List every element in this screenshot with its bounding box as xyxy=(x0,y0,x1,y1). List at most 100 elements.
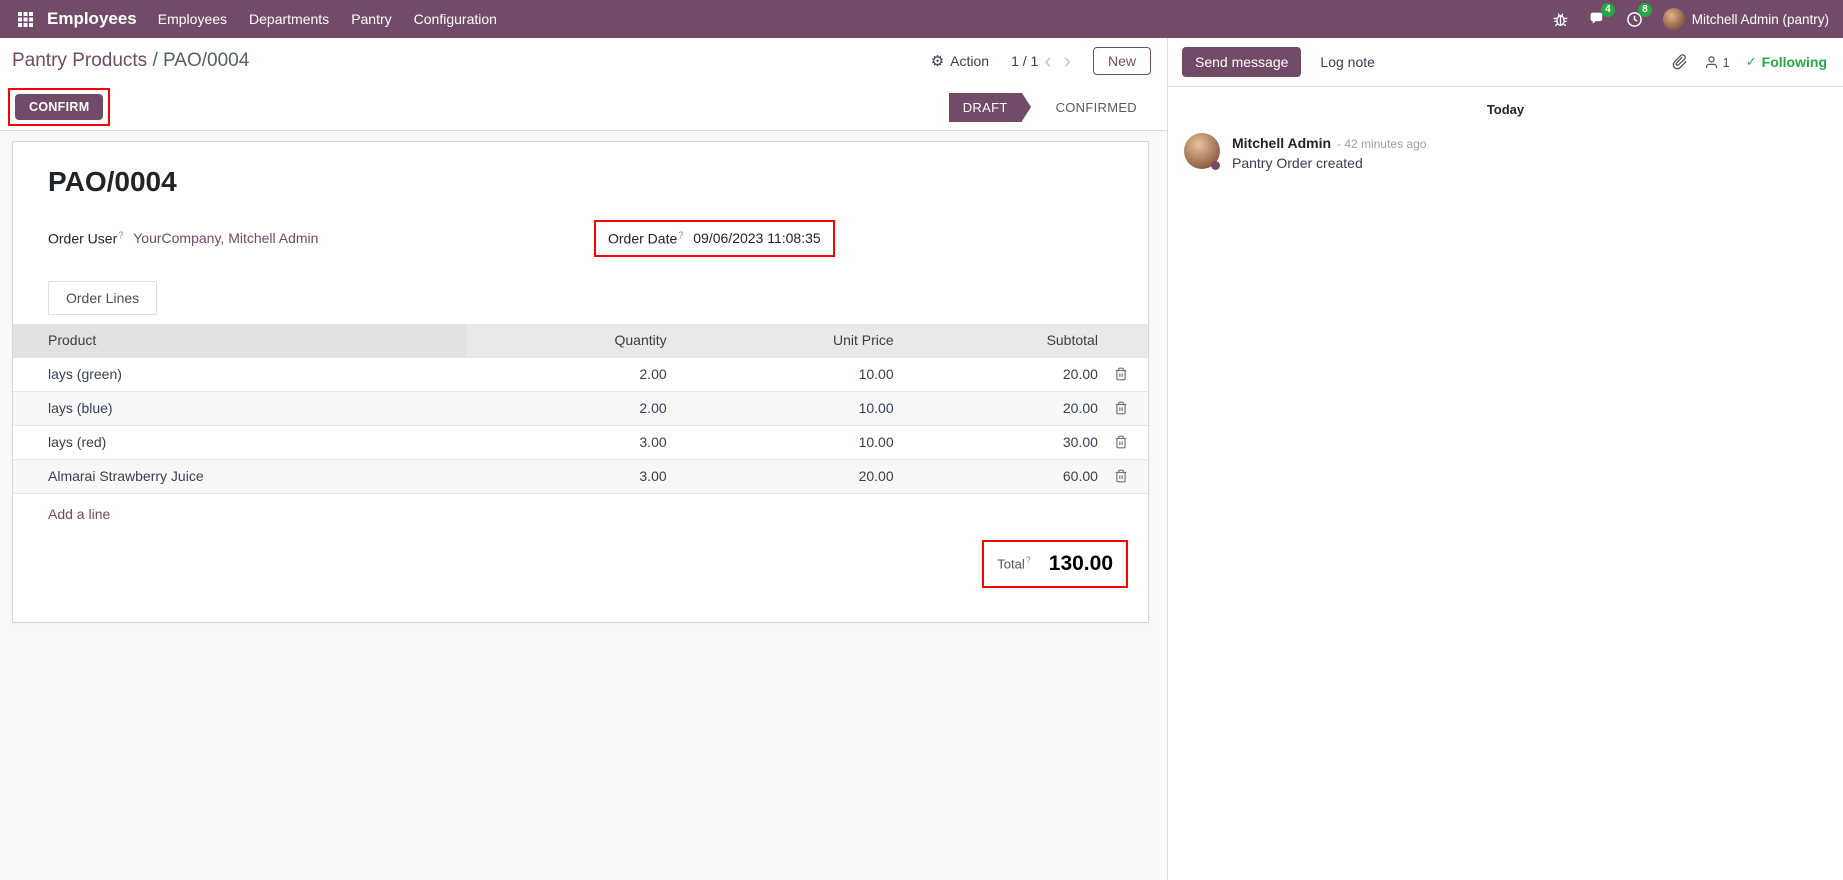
following-button[interactable]: ✓ Following xyxy=(1746,54,1827,70)
status-draft[interactable]: DRAFT xyxy=(949,93,1022,122)
table-row: lays (blue) 2.00 10.00 20.00 xyxy=(13,391,1148,425)
cell-subtotal[interactable]: 20.00 xyxy=(910,391,1114,425)
apps-menu-icon[interactable] xyxy=(10,12,41,27)
delete-row-icon[interactable] xyxy=(1114,459,1148,493)
activities-clock-icon[interactable]: 8 xyxy=(1618,7,1651,32)
user-menu[interactable]: Mitchell Admin (pantry) xyxy=(1663,8,1829,30)
chatter-header: Send message Log note 1 ✓ Following xyxy=(1168,38,1843,87)
menu-item-departments[interactable]: Departments xyxy=(238,0,340,38)
followers-count: 1 xyxy=(1723,55,1730,70)
cell-quantity[interactable]: 2.00 xyxy=(467,391,683,425)
cell-subtotal[interactable]: 20.00 xyxy=(910,357,1114,391)
send-message-button[interactable]: Send message xyxy=(1182,47,1301,77)
message-header: Mitchell Admin - 42 minutes ago xyxy=(1232,135,1426,151)
total-value: 130.00 xyxy=(1049,552,1113,576)
chatter-tools: 1 ✓ Following xyxy=(1672,54,1827,70)
pager-previous-icon[interactable]: ‹ xyxy=(1038,50,1057,72)
cell-unit-price[interactable]: 10.00 xyxy=(683,357,910,391)
cell-unit-price[interactable]: 10.00 xyxy=(683,391,910,425)
cell-product[interactable]: lays (red) xyxy=(13,425,467,459)
app-name[interactable]: Employees xyxy=(47,9,137,29)
form-statusbar: CONFIRM DRAFT CONFIRMED xyxy=(0,84,1167,131)
header-actions xyxy=(1114,324,1148,358)
tab-order-lines[interactable]: Order Lines xyxy=(48,281,157,315)
confirm-button[interactable]: CONFIRM xyxy=(15,94,103,120)
cell-product[interactable]: lays (green) xyxy=(13,357,467,391)
messages-badge: 4 xyxy=(1601,3,1615,17)
total-label: Total? xyxy=(997,555,1030,571)
presence-indicator xyxy=(1211,161,1220,170)
check-icon: ✓ xyxy=(1746,54,1757,70)
top-navbar: Employees Employees Departments Pantry C… xyxy=(0,0,1843,38)
delete-row-icon[interactable] xyxy=(1114,357,1148,391)
user-avatar xyxy=(1663,8,1685,30)
cell-subtotal[interactable]: 60.00 xyxy=(910,459,1114,493)
navbar-left: Employees Employees Departments Pantry C… xyxy=(10,0,508,38)
header-quantity[interactable]: Quantity xyxy=(467,324,683,358)
cell-quantity[interactable]: 3.00 xyxy=(467,459,683,493)
header-subtotal[interactable]: Subtotal xyxy=(910,324,1114,358)
message-author[interactable]: Mitchell Admin xyxy=(1232,135,1331,151)
order-lines-table: Product Quantity Unit Price Subtotal lay… xyxy=(13,324,1148,494)
attachment-paperclip-icon[interactable] xyxy=(1672,54,1688,70)
followers-button[interactable]: 1 xyxy=(1704,55,1730,70)
message-avatar xyxy=(1184,133,1220,169)
chatter-message: Mitchell Admin - 42 minutes ago Pantry O… xyxy=(1168,133,1843,171)
delete-row-icon[interactable] xyxy=(1114,391,1148,425)
table-row: lays (green) 2.00 10.00 20.00 xyxy=(13,357,1148,391)
cell-unit-price[interactable]: 20.00 xyxy=(683,459,910,493)
debug-bug-icon[interactable] xyxy=(1544,7,1577,32)
pager-next-icon[interactable]: › xyxy=(1058,50,1077,72)
cell-product[interactable]: lays (blue) xyxy=(13,391,467,425)
main-column: Pantry Products / PAO/0004 ⚙ Action 1 / … xyxy=(0,38,1167,880)
breadcrumb-parent[interactable]: Pantry Products xyxy=(12,50,147,71)
breadcrumb-separator: / xyxy=(152,50,157,71)
message-content: Mitchell Admin - 42 minutes ago Pantry O… xyxy=(1232,133,1426,171)
cell-quantity[interactable]: 3.00 xyxy=(467,425,683,459)
record-pager: 1 / 1 ‹ › xyxy=(1011,50,1077,72)
table-row: Almarai Strawberry Juice 3.00 20.00 60.0… xyxy=(13,459,1148,493)
header-product[interactable]: Product xyxy=(13,324,467,358)
page-body: Pantry Products / PAO/0004 ⚙ Action 1 / … xyxy=(0,38,1843,880)
delete-row-icon[interactable] xyxy=(1114,425,1148,459)
form-fields: Order User? YourCompany, Mitchell Admin … xyxy=(48,220,1113,257)
menu-item-pantry[interactable]: Pantry xyxy=(340,0,402,38)
cell-quantity[interactable]: 2.00 xyxy=(467,357,683,391)
action-menu-button[interactable]: ⚙ Action xyxy=(925,52,995,70)
cell-subtotal[interactable]: 30.00 xyxy=(910,425,1114,459)
action-label: Action xyxy=(950,53,989,69)
order-date-annotation-box: Order Date? 09/06/2023 11:08:35 xyxy=(594,220,835,257)
messages-icon[interactable]: 4 xyxy=(1581,7,1614,32)
navbar-right: 4 8 Mitchell Admin (pantry) xyxy=(1544,7,1829,32)
new-button[interactable]: New xyxy=(1093,47,1151,75)
activities-badge: 8 xyxy=(1638,3,1652,17)
total-annotation-box: Total? 130.00 xyxy=(982,540,1128,588)
message-timestamp: - 42 minutes ago xyxy=(1337,137,1426,151)
form-content: PAO/0004 Order User? YourCompany, Mitche… xyxy=(0,131,1167,880)
control-panel-actions: ⚙ Action 1 / 1 ‹ › New xyxy=(925,47,1151,75)
status-confirmed[interactable]: CONFIRMED xyxy=(1042,93,1151,122)
order-user-value[interactable]: YourCompany, Mitchell Admin xyxy=(133,230,318,246)
order-date-value[interactable]: 09/06/2023 11:08:35 xyxy=(693,230,820,246)
grid-icon xyxy=(18,12,33,27)
person-icon xyxy=(1704,55,1719,70)
table-row: lays (red) 3.00 10.00 30.00 xyxy=(13,425,1148,459)
menu-item-employees[interactable]: Employees xyxy=(147,0,238,38)
header-unit-price[interactable]: Unit Price xyxy=(683,324,910,358)
order-user-field: Order User? YourCompany, Mitchell Admin xyxy=(48,230,594,247)
record-title[interactable]: PAO/0004 xyxy=(48,166,1113,198)
date-divider: Today xyxy=(1168,102,1843,117)
total-section: Total? 130.00 xyxy=(13,540,1128,588)
breadcrumb: Pantry Products / PAO/0004 xyxy=(12,50,249,72)
message-body: Pantry Order created xyxy=(1232,155,1426,171)
form-sheet: PAO/0004 Order User? YourCompany, Mitche… xyxy=(12,141,1149,623)
menu-item-configuration[interactable]: Configuration xyxy=(403,0,508,38)
control-panel: Pantry Products / PAO/0004 ⚙ Action 1 / … xyxy=(0,38,1167,84)
log-note-button[interactable]: Log note xyxy=(1307,47,1388,77)
confirm-annotation-box: CONFIRM xyxy=(8,88,110,126)
chatter-panel: Send message Log note 1 ✓ Following xyxy=(1167,38,1843,880)
cell-unit-price[interactable]: 10.00 xyxy=(683,425,910,459)
gear-icon: ⚙ xyxy=(931,54,944,69)
cell-product[interactable]: Almarai Strawberry Juice xyxy=(13,459,467,493)
add-a-line-link[interactable]: Add a line xyxy=(48,506,110,522)
